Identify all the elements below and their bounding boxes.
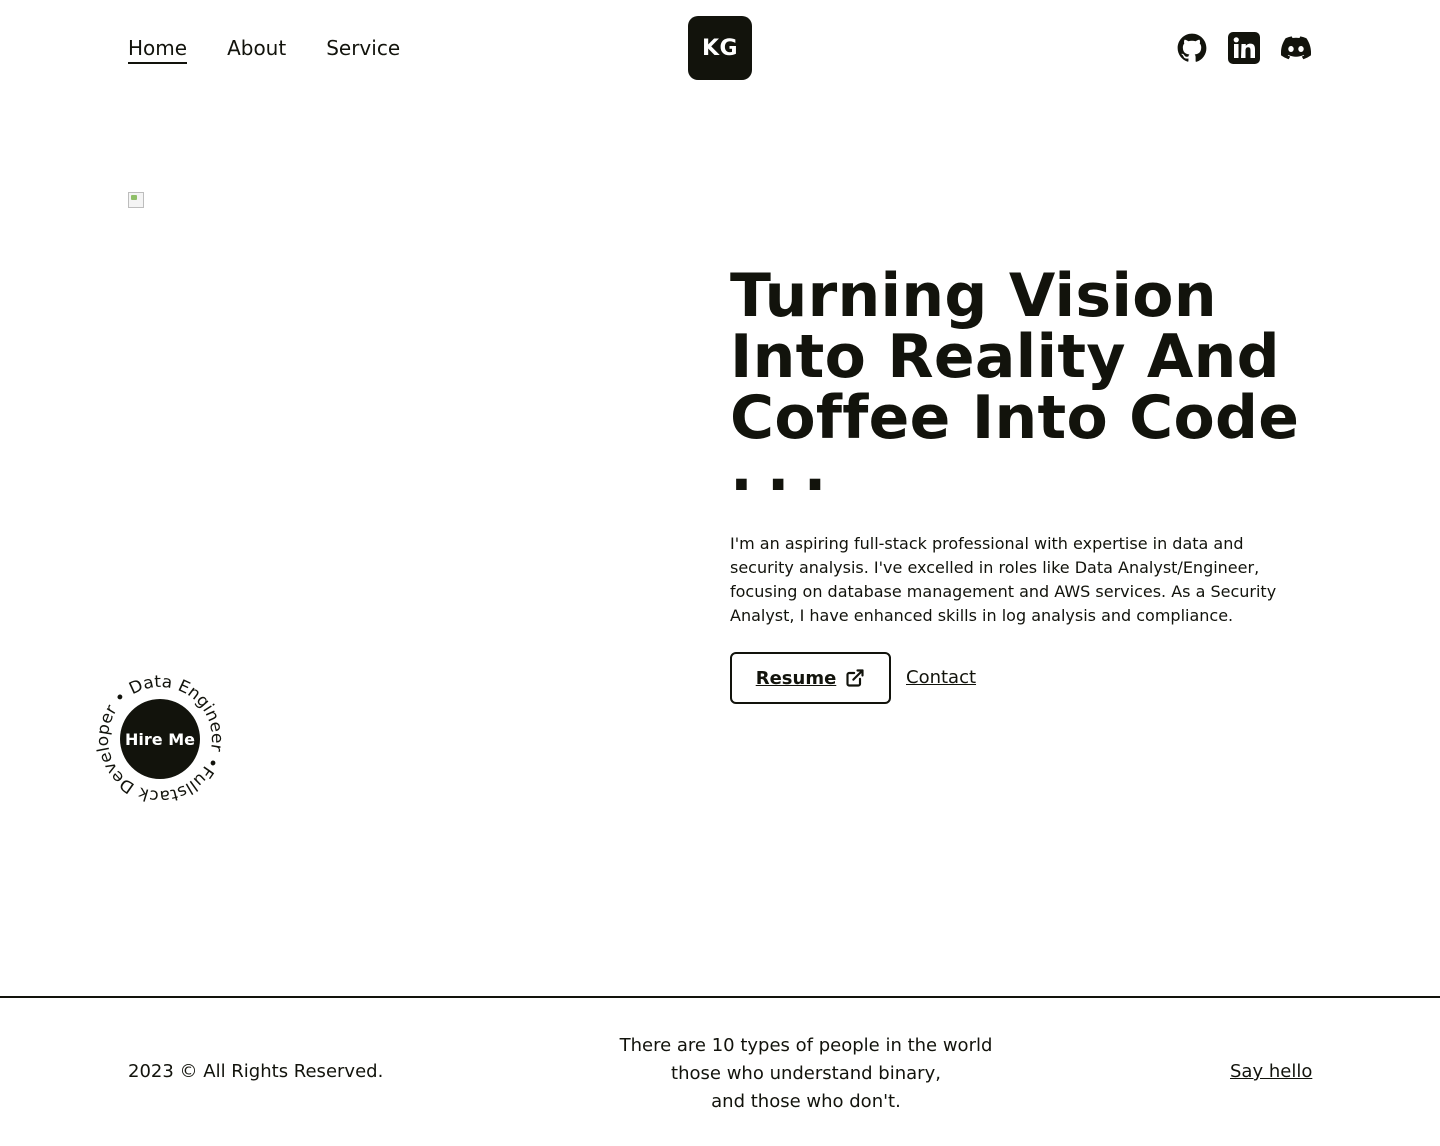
hero-headline: Turning Vision Into Reality And Coffee I… [730,261,1300,453]
github-icon[interactable] [1176,30,1208,66]
hire-me-badge[interactable]: Fullstack Developer • Data Engineer • Hi… [96,675,224,803]
resume-button[interactable]: Resume [730,652,891,704]
copyright-text: 2023 © All Rights Reserved. [128,1061,384,1082]
nav-service-link[interactable]: Service [326,34,400,62]
hire-me-button[interactable]: Hire Me [120,699,200,779]
nav-about-link[interactable]: About [227,34,286,62]
external-link-icon [846,669,864,687]
main-nav: Home About Service [128,34,400,64]
linkedin-icon[interactable] [1228,30,1260,66]
joke-line: and those who don't. [711,1091,901,1112]
profile-image [128,192,144,208]
hero-headline-ellipsis: ... [730,435,841,505]
resume-label: Resume [755,667,837,689]
site-footer: 2023 © All Rights Reserved. There are 10… [0,996,1440,1146]
hero-intro: I'm an aspiring full-stack professional … [730,534,1277,625]
joke-line: those who understand binary, [671,1063,941,1084]
social-links [1176,30,1312,66]
footer-joke: There are 10 types of people in the worl… [606,1032,1006,1116]
nav-home-link[interactable]: Home [128,34,188,64]
site-logo[interactable]: KG [688,16,752,80]
contact-link[interactable]: Contact [906,666,976,690]
say-hello-link[interactable]: Say hello [1230,1060,1312,1084]
discord-icon[interactable] [1280,30,1312,66]
joke-line: There are 10 types of people in the worl… [619,1035,993,1056]
